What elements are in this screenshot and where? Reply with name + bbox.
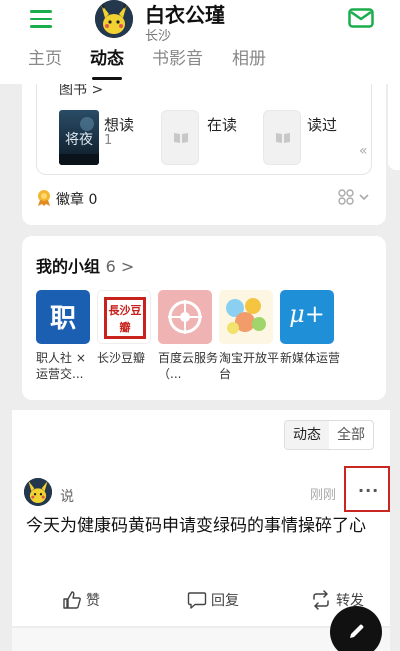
- groups-count: 6 >: [105, 257, 135, 276]
- repost-icon: [313, 590, 329, 610]
- group-icon: 职: [36, 290, 90, 344]
- book-cover-image[interactable]: 将夜: [59, 110, 99, 165]
- reading-slot[interactable]: [161, 110, 199, 165]
- active-tab-indicator: [92, 77, 122, 80]
- post-action-text: 说: [60, 489, 74, 505]
- more-options-icon: ···: [358, 481, 380, 500]
- reply-button[interactable]: 回复: [187, 590, 239, 610]
- top-bar: 白衣公瑾 长沙 主页 动态 书影音 相册: [0, 0, 400, 84]
- group-icon: μ+: [280, 290, 334, 344]
- filter-activity[interactable]: 动态: [285, 421, 329, 449]
- like-label: 赞: [86, 593, 100, 609]
- collapse-icon[interactable]: «: [359, 143, 368, 159]
- filter-all[interactable]: 全部: [329, 421, 373, 449]
- reply-label: 回复: [211, 593, 239, 609]
- profile-tabs: 主页 动态 书影音 相册: [0, 44, 400, 82]
- tab-media[interactable]: 书影音: [152, 44, 203, 69]
- user-avatar[interactable]: [95, 0, 133, 38]
- group-item[interactable]: 百度云服务（...: [158, 290, 220, 382]
- group-name: 职人社 × 运营交...: [36, 351, 86, 381]
- group-icon: [219, 290, 273, 344]
- read-slot[interactable]: [263, 110, 301, 165]
- tab-album[interactable]: 相册: [232, 44, 266, 69]
- menu-icon[interactable]: [30, 10, 52, 28]
- group-item[interactable]: 長沙豆瓣 长沙豆瓣: [97, 290, 159, 366]
- tab-activity[interactable]: 动态: [90, 44, 124, 69]
- group-name: 淘宝开放平台: [219, 351, 280, 381]
- post-avatar[interactable]: [24, 478, 52, 506]
- medal-icon: [36, 189, 52, 207]
- post-time: 刚刚: [310, 488, 337, 503]
- group-item[interactable]: μ+ 新媒体运营: [280, 290, 342, 366]
- group-icon-text: 長沙豆瓣: [104, 297, 146, 339]
- group-icon: 長沙豆瓣: [97, 290, 151, 344]
- post-action-bar: 赞 回复 转发: [12, 586, 390, 616]
- read-label[interactable]: 读过: [307, 114, 337, 135]
- user-city: 长沙: [145, 29, 172, 44]
- books-card: 图书 > 将夜 想读 1 在读 读过 « 徽章 0: [22, 65, 386, 225]
- activity-feed: 动态 全部 说 刚刚 ··· 今天为健康码黄码申请变绿码的事情操碎了心 赞 回复…: [12, 410, 390, 626]
- compose-button[interactable]: [330, 606, 382, 651]
- book-cover-title: 将夜: [65, 132, 93, 148]
- group-icon-text: 职: [49, 304, 76, 334]
- post-text: 今天为健康码黄码申请变绿码的事情操碎了心: [26, 516, 366, 536]
- groups-title-text: 我的小组: [36, 257, 101, 276]
- groups-title[interactable]: 我的小组 6 >: [36, 253, 134, 277]
- group-icon: [158, 290, 212, 344]
- expand-grid-icon[interactable]: [338, 189, 374, 205]
- reading-label[interactable]: 在读: [207, 114, 237, 135]
- group-name: 百度云服务（...: [158, 351, 219, 381]
- group-icon-text: μ+: [289, 300, 325, 328]
- book-icon: [174, 133, 188, 143]
- group-item[interactable]: 职 职人社 × 运营交...: [36, 290, 98, 382]
- more-options-button[interactable]: ···: [344, 466, 390, 512]
- want-to-read-count: 1: [104, 133, 113, 148]
- comment-icon: [187, 592, 207, 609]
- feed-filter: 动态 全部: [284, 420, 374, 450]
- want-to-read-label[interactable]: 想读: [104, 114, 134, 135]
- thumbs-up-icon: [63, 591, 81, 609]
- book-icon: [276, 133, 290, 143]
- like-button[interactable]: 赞: [62, 590, 100, 610]
- groups-card: 我的小组 6 > 职 职人社 × 运营交... 長沙豆瓣 长沙豆瓣 百度云服务（…: [22, 236, 386, 400]
- medal-count[interactable]: 徽章 0: [56, 189, 97, 209]
- group-name: 长沙豆瓣: [97, 351, 146, 365]
- mail-icon[interactable]: [348, 8, 374, 28]
- tab-home[interactable]: 主页: [28, 44, 62, 69]
- group-item[interactable]: 淘宝开放平台: [219, 290, 281, 382]
- user-name: 白衣公瑾: [145, 3, 225, 27]
- pencil-icon: [350, 624, 364, 638]
- group-name: 新媒体运营: [280, 351, 341, 365]
